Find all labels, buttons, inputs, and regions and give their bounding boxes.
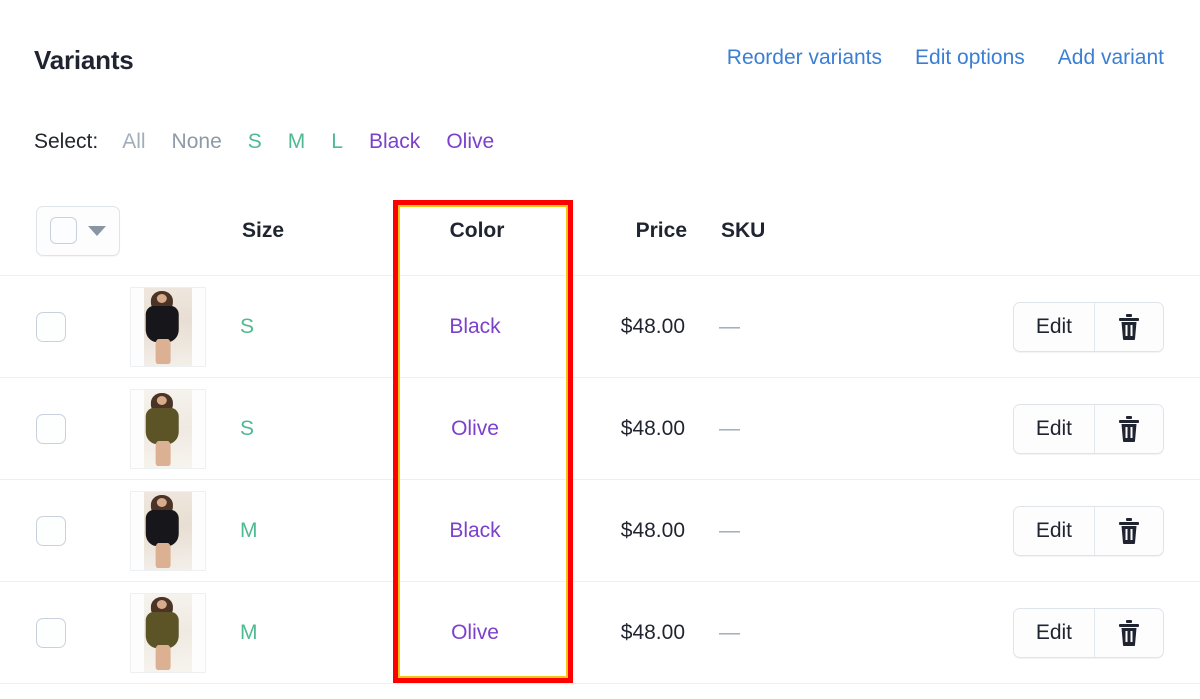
row-select-cell	[0, 311, 130, 342]
select-color-olive-link[interactable]: Olive	[446, 130, 494, 154]
add-variant-link[interactable]: Add variant	[1058, 46, 1164, 70]
row-actions-cell: Edit	[815, 505, 1200, 556]
row-checkbox[interactable]	[36, 617, 66, 648]
table-row: M Olive $48.00 — Edit	[0, 582, 1200, 684]
trash-icon	[1119, 415, 1139, 442]
select-color-black-link[interactable]: Black	[369, 130, 420, 154]
trash-icon	[1119, 619, 1139, 646]
cell-sku: —	[719, 416, 740, 440]
column-header-price: Price	[635, 218, 687, 242]
bulk-select-dropdown[interactable]	[36, 205, 120, 256]
select-none-link[interactable]: None	[172, 130, 222, 154]
cell-size: S	[240, 416, 255, 440]
select-size-s-link[interactable]: S	[248, 130, 262, 154]
row-actions-cell: Edit	[815, 301, 1200, 352]
trash-icon	[1119, 313, 1139, 340]
delete-button[interactable]	[1095, 302, 1163, 351]
delete-button[interactable]	[1095, 506, 1163, 555]
select-label: Select:	[34, 130, 99, 153]
chevron-down-icon[interactable]	[88, 225, 106, 236]
cell-sku: —	[719, 314, 740, 338]
black-dress-thumbnail	[130, 490, 206, 571]
row-action-group: Edit	[1012, 505, 1164, 556]
cell-sku: —	[719, 620, 740, 644]
thumbnail-cell	[130, 592, 240, 673]
select-all-link[interactable]: All	[122, 130, 145, 154]
olive-dress-thumbnail	[130, 388, 206, 469]
variants-card-header: Variants Reorder variants Edit options A…	[0, 0, 1200, 100]
cell-sku: —	[719, 518, 740, 542]
edit-button[interactable]: Edit	[1013, 404, 1095, 453]
thumbnail-cell	[130, 388, 240, 469]
black-dress-thumbnail	[130, 286, 206, 367]
table-header-row: Size Color Price SKU	[0, 186, 1200, 276]
row-action-group: Edit	[1012, 403, 1164, 454]
thumbnail-cell	[130, 286, 240, 367]
select-size-m-link[interactable]: M	[288, 130, 306, 154]
cell-color: Olive	[451, 620, 499, 644]
cell-price: $48.00	[620, 620, 685, 644]
cell-price: $48.00	[620, 314, 685, 338]
bulk-select-cell	[0, 205, 130, 256]
variants-table: Size Color Price SKU S Black $48.00 — Ed…	[0, 186, 1200, 684]
row-actions-cell: Edit	[815, 607, 1200, 658]
page-title: Variants	[34, 45, 134, 75]
row-select-cell	[0, 413, 130, 444]
cell-size: M	[240, 620, 258, 644]
thumbnail-cell	[130, 490, 240, 571]
olive-dress-thumbnail	[130, 592, 206, 673]
table-row: S Olive $48.00 — Edit	[0, 378, 1200, 480]
edit-button[interactable]: Edit	[1013, 506, 1095, 555]
row-checkbox[interactable]	[36, 311, 66, 342]
cell-color: Olive	[451, 416, 499, 440]
select-bar: Select: All None S M L Black Olive	[34, 130, 494, 154]
delete-button[interactable]	[1095, 404, 1163, 453]
delete-button[interactable]	[1095, 608, 1163, 657]
cell-price: $48.00	[620, 518, 685, 542]
header-actions: Reorder variants Edit options Add varian…	[727, 46, 1164, 70]
table-row: M Black $48.00 — Edit	[0, 480, 1200, 582]
row-select-cell	[0, 515, 130, 546]
edit-button[interactable]: Edit	[1013, 608, 1095, 657]
row-action-group: Edit	[1012, 301, 1164, 352]
column-header-size: Size	[242, 218, 285, 242]
cell-size: M	[240, 518, 258, 542]
row-checkbox[interactable]	[36, 515, 66, 546]
table-row: S Black $48.00 — Edit	[0, 276, 1200, 378]
row-action-group: Edit	[1012, 607, 1164, 658]
reorder-variants-link[interactable]: Reorder variants	[727, 46, 882, 70]
cell-size: S	[240, 314, 255, 338]
cell-color: Black	[449, 314, 501, 338]
edit-button[interactable]: Edit	[1013, 302, 1095, 351]
row-select-cell	[0, 617, 130, 648]
column-header-color: Color	[449, 218, 505, 242]
cell-color: Black	[449, 518, 501, 542]
trash-icon	[1119, 517, 1139, 544]
cell-price: $48.00	[620, 416, 685, 440]
edit-options-link[interactable]: Edit options	[915, 46, 1025, 70]
row-checkbox[interactable]	[36, 413, 66, 444]
bulk-select-checkbox[interactable]	[50, 217, 77, 244]
column-header-sku: SKU	[721, 218, 766, 242]
row-actions-cell: Edit	[815, 403, 1200, 454]
select-size-l-link[interactable]: L	[331, 130, 343, 154]
